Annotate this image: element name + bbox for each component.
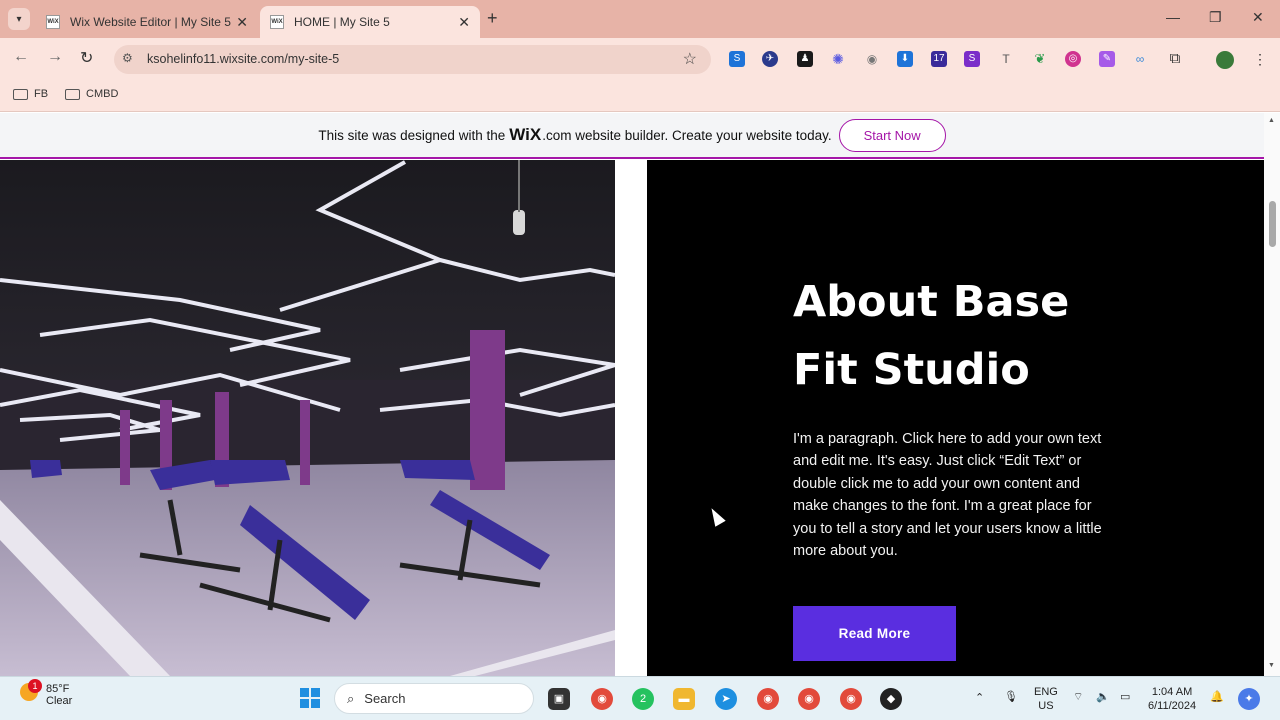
start-now-button[interactable]: Start Now [838,118,946,152]
about-title[interactable]: About Base Fit Studio [793,268,1123,404]
close-window-button[interactable]: ✕ [1252,9,1264,26]
banner-text-after: .com website builder. Create your websit… [542,127,832,143]
close-tab-icon[interactable]: ✕ [458,14,470,31]
minimize-button[interactable]: — [1166,9,1180,25]
wix-favicon-icon: WiX [46,15,60,29]
tab-search-button[interactable]: ▾ [8,8,30,30]
extension-text-icon[interactable]: T [998,51,1014,67]
extension-circle-icon[interactable]: ◎ [1065,51,1081,67]
profile-avatar[interactable] [1216,51,1234,69]
wifi-icon[interactable]: ⌔ [1073,690,1083,704]
extension-camera-icon[interactable]: ◉ [864,51,880,67]
taskbar-search[interactable]: ⌕ Search [334,683,534,714]
bookmarks-bar: FB CMBD [0,80,1280,112]
tray-overflow-icon[interactable]: ⌃ [975,691,984,705]
telegram-icon[interactable]: ➤ [715,688,737,710]
restore-button[interactable]: ❐ [1209,9,1222,26]
notification-bell-icon[interactable]: 🔔 [1210,690,1224,704]
forward-icon[interactable]: → [47,48,63,66]
extension-gear-icon[interactable]: ✺ [830,51,846,67]
app-icon[interactable]: ◆ [880,688,902,710]
chrome-profile-icon[interactable]: ◉ [757,688,779,710]
gym-photo [0,160,615,676]
new-tab-button[interactable]: + [487,8,498,29]
page-scrollbar[interactable]: ▲ ▼ [1264,113,1280,676]
extension-rocket-icon[interactable]: ✈ [762,51,778,67]
extension-puzzle-icon[interactable]: ♟ [797,51,813,67]
chrome-icon[interactable]: ◉ [591,688,613,710]
bookmark-label: CMBD [86,88,119,100]
clock-date: 6/11/2024 [1148,700,1197,712]
extension-leaf-icon[interactable]: ❦ [1032,51,1048,67]
weather-widget[interactable]: 1 85°F Clear [20,679,73,707]
clock-time: 1:04 AM [1151,686,1193,698]
whatsapp-icon[interactable]: 2 [632,688,654,710]
folder-icon [13,88,28,100]
about-title-line1: About Base [793,277,1070,327]
tab-wix-editor[interactable]: WiX Wix Website Editor | My Site 5 ✕ [36,6,258,38]
folder-icon [65,88,80,100]
language-indicator[interactable]: ENG US [1034,685,1058,713]
file-explorer-icon[interactable]: ▬ [673,688,695,710]
weather-temp: 85°F [46,683,70,695]
windows-start-icon[interactable] [300,688,320,708]
chrome-profile-3-icon[interactable]: ◉ [840,688,862,710]
wix-banner: This site was designed with the WiX .com… [0,113,1264,159]
site-info-icon[interactable]: ⚙ [122,51,133,65]
extension-calendar-icon[interactable]: 17 [931,51,947,67]
notification-badge: 1 [28,679,42,693]
tab-strip: ▾ WiX Wix Website Editor | My Site 5 ✕ W… [0,0,1280,38]
search-icon: ⌕ [347,690,355,706]
bookmark-cmbd[interactable]: CMBD [65,88,118,100]
about-title-line2: Fit Studio [793,345,1030,395]
chrome-profile-2-icon[interactable]: ◉ [798,688,820,710]
tab-title: Wix Website Editor | My Site 5 [70,15,231,29]
task-view-icon[interactable]: ▣ [548,688,570,710]
search-label: Search [364,691,406,706]
white-divider [615,160,647,676]
gym-image [0,160,615,676]
web-page: This site was designed with the WiX .com… [0,113,1264,676]
extension-s-purple-icon[interactable]: S [964,51,980,67]
scroll-up-icon[interactable]: ▲ [1268,117,1275,124]
extension-pen-icon[interactable]: ✎ [1099,51,1115,67]
url-text: ksohelinfo11.wixsite.com/my-site-5 [147,52,340,66]
tab-home[interactable]: WiX HOME | My Site 5 ✕ [260,6,480,38]
clock[interactable]: 1:04 AM 6/11/2024 [1148,685,1196,713]
copilot-icon[interactable]: ✦ [1238,688,1260,710]
battery-icon[interactable]: ▭ [1120,690,1130,704]
bookmark-star-icon[interactable]: ☆ [683,49,697,69]
extension-s-icon[interactable]: S [729,51,745,67]
bookmark-fb[interactable]: FB [13,88,48,100]
microphone-icon[interactable]: 🎙 [1004,690,1018,704]
weather-desc: Clear [46,695,73,707]
reload-icon[interactable]: ↻ [80,48,93,68]
about-paragraph[interactable]: I'm a paragraph. Click here to add your … [793,428,1113,562]
wix-favicon-icon: WiX [270,15,284,29]
scroll-down-icon[interactable]: ▼ [1268,662,1275,669]
read-more-button[interactable]: Read More [793,606,956,661]
taskbar: 1 85°F Clear ⌕ Search ▣ ◉ 2 ▬ ➤ ◉ ◉ ◉ ◆ … [0,676,1280,720]
close-tab-icon[interactable]: ✕ [236,14,248,31]
bookmark-label: FB [34,88,49,100]
scrollbar-thumb[interactable] [1269,201,1276,247]
lang-top: ENG [1034,686,1058,698]
address-bar[interactable]: ⚙ ksohelinfo11.wixsite.com/my-site-5 ☆ [114,45,711,74]
extension-link-icon[interactable]: ∞ [1132,51,1148,67]
wix-logo: WiX [509,125,542,144]
extension-download-icon[interactable]: ⬇ [897,51,913,67]
browser-menu-icon[interactable]: ⋮ [1252,51,1268,67]
about-section: About Base Fit Studio I'm a paragraph. C… [647,160,1264,676]
volume-icon[interactable]: 🔈 [1096,690,1110,704]
extensions-menu-icon[interactable]: ⧉ [1167,51,1183,67]
lang-bottom: US [1038,700,1054,712]
sun-icon: 1 [20,679,42,701]
banner-text: This site was designed with the [318,127,506,143]
tab-title: HOME | My Site 5 [294,15,390,29]
back-icon[interactable]: ← [13,48,29,66]
